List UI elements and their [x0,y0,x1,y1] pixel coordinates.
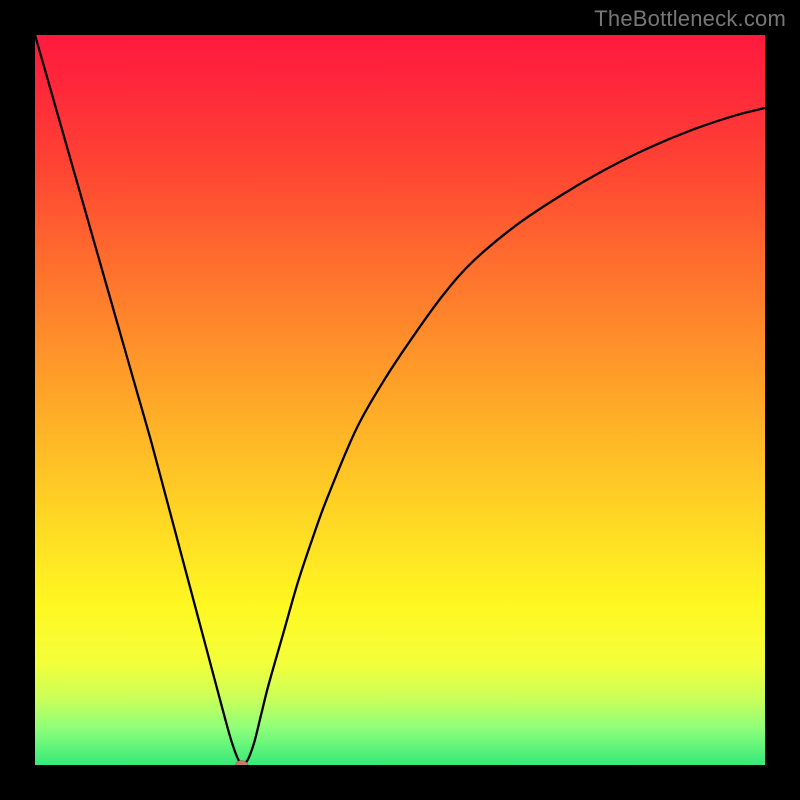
bottleneck-curve [35,35,765,764]
watermark-text: TheBottleneck.com [594,6,786,32]
plot-area [35,35,765,765]
chart-svg [35,35,765,765]
chart-frame: TheBottleneck.com [0,0,800,800]
